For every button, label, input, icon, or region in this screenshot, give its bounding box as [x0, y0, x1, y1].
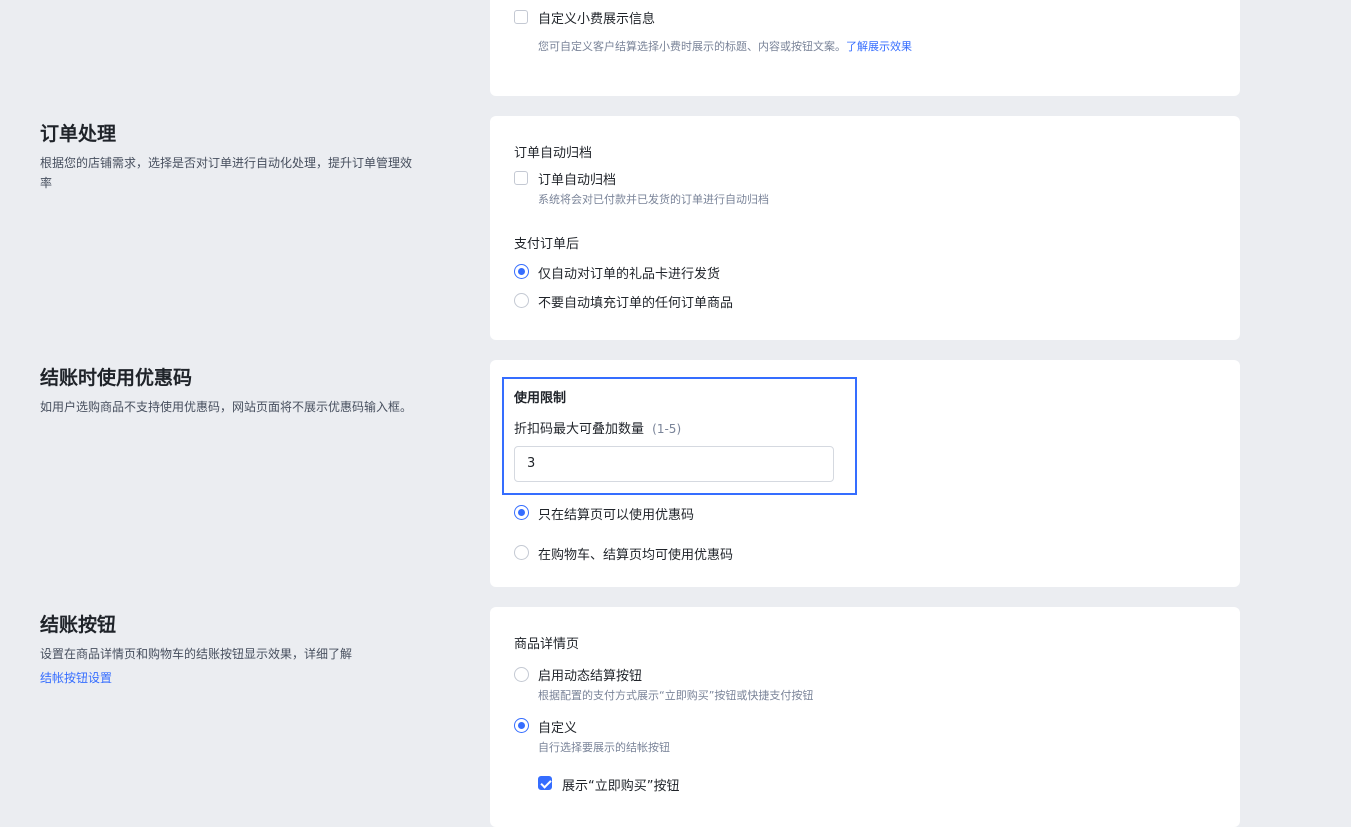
show-buy-now-label: 展示“立即购买”按钮 [562, 779, 680, 794]
auto-archive-sub: 系统将会对已付款并已发货的订单进行自动归档 [538, 193, 769, 206]
dynamic-checkout-sub: 根据配置的支付方式展示“立即购买”按钮或快捷支付按钮 [538, 689, 814, 702]
custom-label: 自定义 [538, 721, 578, 736]
order-processing-card: 订单自动归档 订单自动归档 系统将会对已付款并已发货的订单进行自动归档 支付订单… [490, 116, 1240, 340]
radio-checkout-only[interactable] [514, 505, 529, 520]
custom-tip-label: 自定义小费展示信息 [538, 12, 656, 27]
checkout-button-description: 设置在商品详情页和购物车的结账按钮显示效果，详细了解 [40, 647, 353, 661]
auto-archive-label: 订单自动归档 [538, 173, 617, 188]
checkout-button-title: 结账按钮 [40, 614, 117, 636]
gift-card-only-label: 仅自动对订单的礼品卡进行发货 [538, 267, 721, 282]
radio-dynamic-checkout[interactable] [514, 667, 529, 682]
dynamic-checkout-label: 启用动态结算按钮 [538, 669, 643, 684]
discount-code-description: 如用户选购商品不支持使用优惠码，网站页面将不展示优惠码输入框。 [40, 400, 413, 414]
radio-gift-card-only[interactable] [514, 264, 529, 279]
learn-display-effect-link[interactable]: 了解展示效果 [846, 40, 912, 53]
after-payment-heading: 支付订单后 [514, 237, 580, 252]
checkout-only-label: 只在结算页可以使用优惠码 [538, 508, 695, 523]
discount-code-title: 结账时使用优惠码 [40, 367, 193, 389]
cart-and-checkout-label: 在购物车、结算页均可使用优惠码 [538, 548, 734, 563]
auto-archive-heading: 订单自动归档 [514, 146, 593, 161]
custom-sub: 自行选择要展示的结帐按钮 [538, 741, 670, 754]
tip-card: 自定义小费展示信息 您可自定义客户结算选择小费时展示的标题、内容或按钮文案。了解… [490, 0, 1240, 96]
checkout-button-card: 商品详情页 启用动态结算按钮 根据配置的支付方式展示“立即购买”按钮或快捷支付按… [490, 607, 1240, 827]
usage-limit-highlight-box [502, 377, 857, 495]
order-processing-title: 订单处理 [40, 123, 117, 145]
radio-custom[interactable] [514, 718, 529, 733]
radio-no-auto-fulfill[interactable] [514, 293, 529, 308]
auto-archive-checkbox[interactable] [514, 171, 528, 185]
order-processing-description: 根据您的店铺需求，选择是否对订单进行自动化处理，提升订单管理效率 [40, 156, 413, 190]
checkout-button-settings-link[interactable]: 结帐按钮设置 [40, 669, 112, 686]
radio-cart-and-checkout[interactable] [514, 545, 529, 560]
custom-tip-checkbox[interactable] [514, 10, 528, 24]
show-buy-now-checkbox[interactable] [538, 776, 552, 790]
no-auto-fulfill-label: 不要自动填充订单的任何订单商品 [538, 296, 734, 311]
product-page-heading: 商品详情页 [514, 637, 580, 652]
custom-tip-description: 您可自定义客户结算选择小费时展示的标题、内容或按钮文案。了解展示效果 [538, 40, 912, 53]
